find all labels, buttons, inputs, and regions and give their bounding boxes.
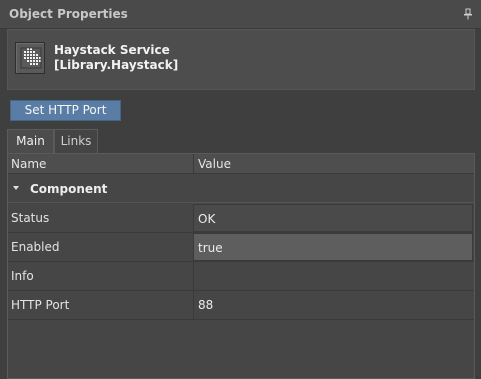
property-name: Status (11, 211, 50, 225)
http-port-value-field[interactable]: 88 (193, 291, 473, 319)
column-header-value[interactable]: Value (198, 157, 231, 171)
group-row-component[interactable]: Component (8, 175, 474, 203)
set-http-port-button[interactable]: Set HTTP Port (10, 100, 121, 121)
pin-icon[interactable] (463, 8, 473, 20)
info-value-field[interactable] (193, 262, 473, 290)
property-name: Info (11, 269, 34, 283)
panel-title: Object Properties (9, 7, 128, 21)
property-row-info[interactable]: Info (8, 262, 474, 291)
haystack-service-icon (15, 42, 45, 74)
enabled-value-field[interactable]: true (193, 233, 473, 261)
property-row-status[interactable]: Status OK (8, 204, 474, 233)
panel-titlebar: Object Properties (0, 0, 481, 29)
property-value: 88 (198, 298, 214, 312)
property-name: HTTP Port (11, 298, 70, 312)
property-grid: Name Value Component Status OK Enabled t… (7, 153, 475, 379)
tab-links[interactable]: Links (54, 129, 98, 153)
tab-main[interactable]: Main (7, 129, 54, 153)
property-value: true (198, 241, 223, 255)
property-name: Enabled (11, 240, 60, 254)
column-header-name[interactable]: Name (11, 157, 46, 171)
grid-header: Name Value (8, 154, 474, 174)
status-value-field[interactable]: OK (193, 204, 473, 232)
object-name: Haystack Service (54, 43, 170, 57)
chevron-down-icon[interactable] (13, 186, 19, 190)
object-type: [Library.Haystack] (54, 58, 179, 72)
group-label: Component (30, 182, 108, 196)
property-row-enabled[interactable]: Enabled true (8, 233, 474, 262)
object-header: Haystack Service [Library.Haystack] (7, 29, 475, 90)
property-row-http-port[interactable]: HTTP Port 88 (8, 291, 474, 320)
column-divider[interactable] (193, 154, 194, 174)
property-value: OK (198, 212, 216, 226)
